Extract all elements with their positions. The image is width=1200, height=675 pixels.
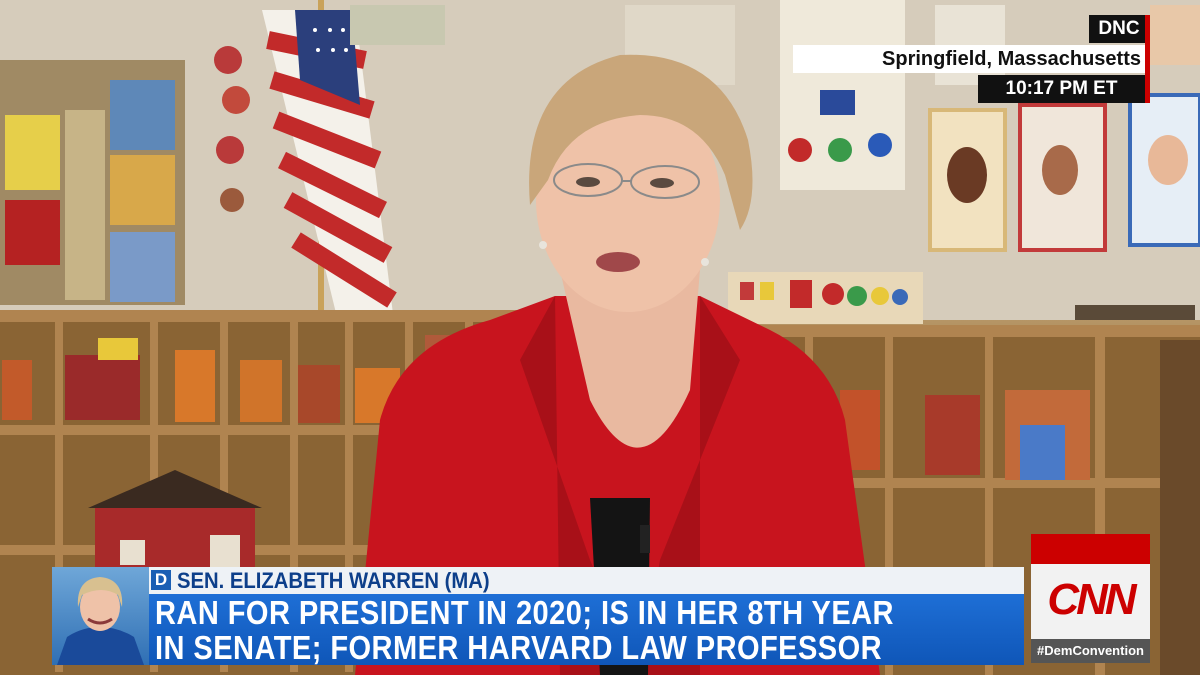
location-city: Springfield, Massachusetts (793, 45, 1145, 73)
speaker-headshot (52, 567, 149, 665)
name-bar: D SEN. ELIZABETH WARREN (MA) (149, 567, 1024, 594)
video-frame: DNC Springfield, Massachusetts 10:17 PM … (0, 0, 1200, 675)
cnn-logo-box: CNN (1031, 564, 1150, 639)
cnn-red-band (1031, 534, 1150, 564)
party-badge: D (151, 570, 171, 590)
headline-line-1: RAN FOR PRESIDENT IN 2020; IS IN HER 8TH… (155, 594, 894, 631)
cnn-logo: CNN (1047, 575, 1136, 624)
speaker-name: SEN. ELIZABETH WARREN (MA) (177, 568, 490, 593)
hashtag-label: #DemConvention (1031, 639, 1150, 663)
lower-third: D SEN. ELIZABETH WARREN (MA) RAN FOR PRE… (52, 567, 1024, 665)
headline-line-2: IN SENATE; FORMER HARVARD LAW PROFESSOR (155, 629, 883, 666)
shape-toy (728, 272, 923, 324)
broadcast-time: 10:17 PM ET (978, 75, 1145, 103)
left-cubby-shelf (0, 60, 185, 305)
network-label: DNC (1089, 15, 1149, 43)
headline-bar: RAN FOR PRESIDENT IN 2020; IS IN HER 8TH… (149, 594, 1024, 665)
location-accent-bar (1145, 15, 1150, 103)
